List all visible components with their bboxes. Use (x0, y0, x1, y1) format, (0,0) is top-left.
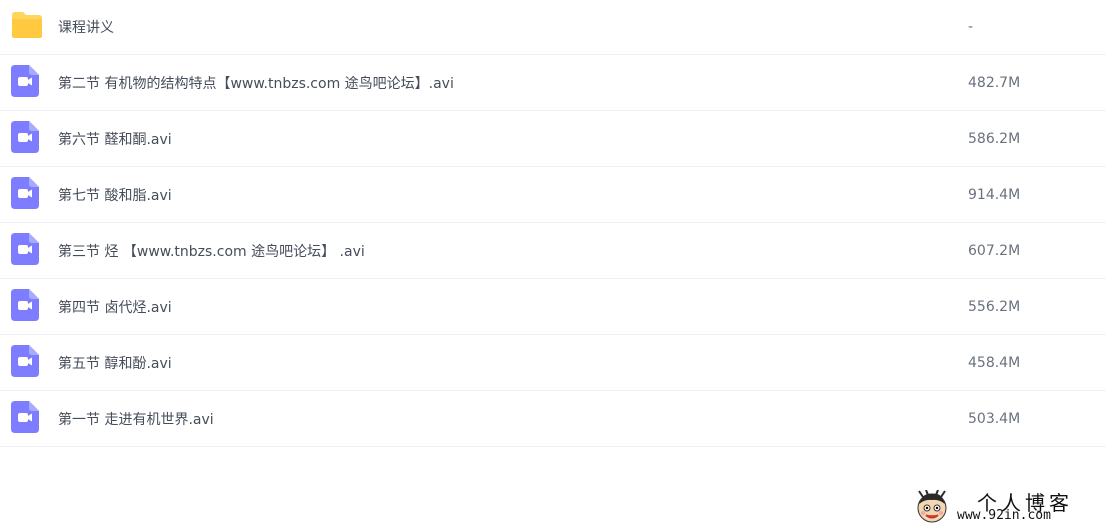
file-name[interactable]: 第二节 有机物的结构特点【www.tnbzs.com 途鸟吧论坛】.avi (58, 73, 454, 93)
file-name[interactable]: 课程讲义 (58, 17, 114, 37)
list-item-video[interactable]: 第四节 卤代烃.avi 556.2M (0, 279, 1106, 335)
file-name[interactable]: 第四节 卤代烃.avi (58, 297, 172, 317)
watermark-url: www.92in.com (957, 508, 1051, 523)
video-file-icon (11, 400, 39, 437)
file-size: 607.2M (968, 242, 1021, 259)
file-name[interactable]: 第三节 烃 【www.tnbzs.com 途鸟吧论坛】 .avi (58, 241, 365, 261)
list-item-video[interactable]: 第二节 有机物的结构特点【www.tnbzs.com 途鸟吧论坛】.avi 48… (0, 55, 1106, 111)
list-item-video[interactable]: 第七节 酸和脂.avi 914.4M (0, 167, 1106, 223)
file-size: 482.7M (968, 74, 1021, 91)
file-list: 课程讲义 - 第二节 有机物的结构特点【www.tnbzs.com 途鸟吧论坛】… (0, 0, 1106, 447)
list-item-video[interactable]: 第三节 烃 【www.tnbzs.com 途鸟吧论坛】 .avi 607.2M (0, 223, 1106, 279)
file-size: 503.4M (968, 410, 1021, 427)
video-file-icon (11, 288, 39, 325)
list-item-folder[interactable]: 课程讲义 - (0, 0, 1106, 55)
video-file-icon (11, 344, 39, 381)
file-size: - (968, 19, 974, 35)
blog-watermark: 个人博客 www.92in.com (915, 488, 1105, 526)
file-size: 914.4M (968, 186, 1021, 203)
file-name[interactable]: 第五节 醇和酚.avi (58, 353, 172, 373)
file-size: 586.2M (968, 130, 1021, 147)
list-item-video[interactable]: 第五节 醇和酚.avi 458.4M (0, 335, 1106, 391)
file-name[interactable]: 第七节 酸和脂.avi (58, 185, 172, 205)
video-file-icon (11, 232, 39, 269)
video-file-icon (11, 120, 39, 157)
file-size: 556.2M (968, 298, 1021, 315)
folder-icon (11, 11, 43, 43)
list-item-video[interactable]: 第一节 走进有机世界.avi 503.4M (0, 391, 1106, 447)
video-file-icon (11, 64, 39, 101)
file-name[interactable]: 第六节 醛和酮.avi (58, 129, 172, 149)
file-name[interactable]: 第一节 走进有机世界.avi (58, 409, 214, 429)
cartoon-avatar-icon (915, 489, 949, 528)
file-size: 458.4M (968, 354, 1021, 371)
video-file-icon (11, 176, 39, 213)
list-item-video[interactable]: 第六节 醛和酮.avi 586.2M (0, 111, 1106, 167)
